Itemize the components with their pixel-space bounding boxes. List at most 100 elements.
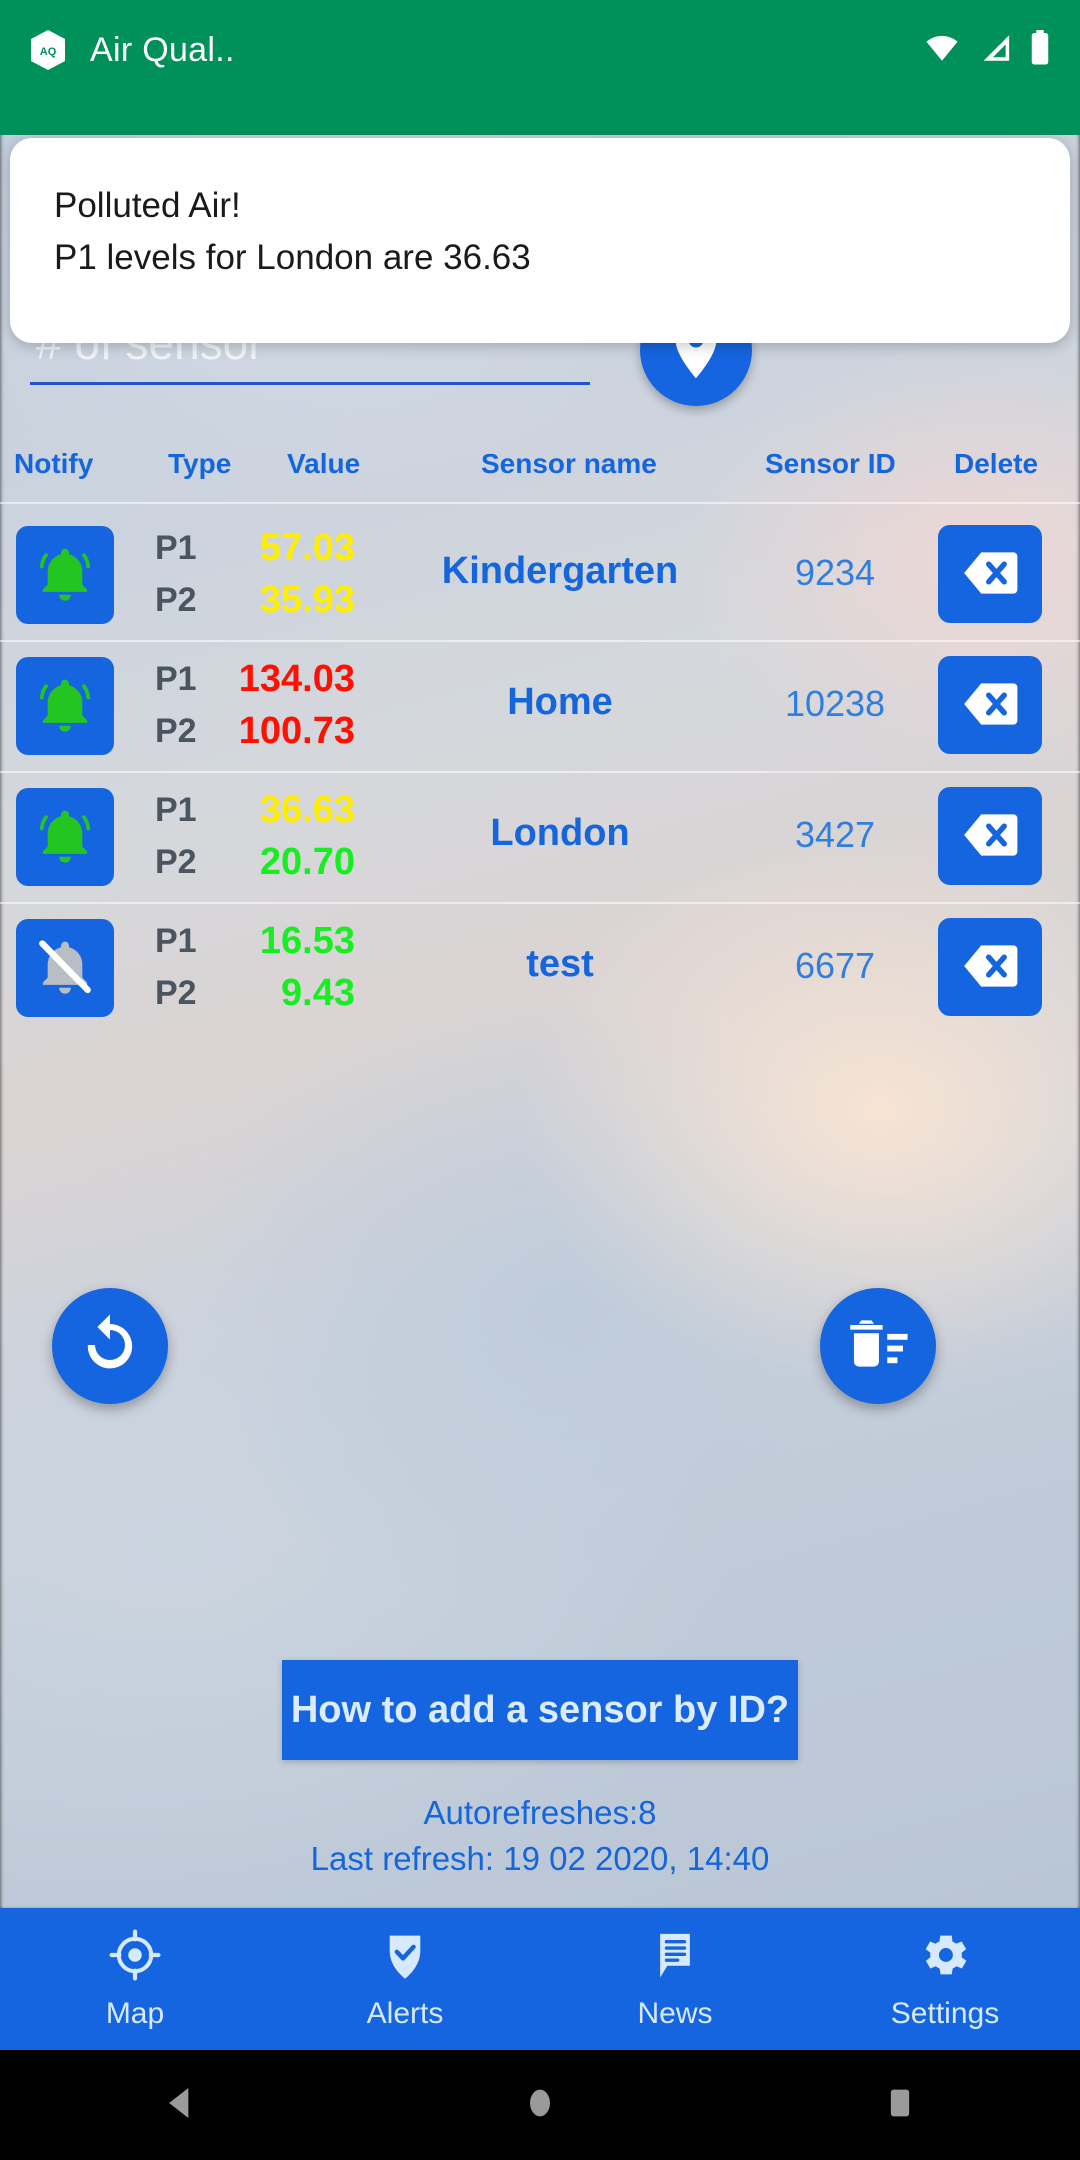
refresh-icon xyxy=(74,1309,146,1384)
back-triangle-icon xyxy=(160,2081,200,2130)
notify-toggle-button[interactable] xyxy=(16,788,114,886)
p2-label: P2 xyxy=(155,843,197,881)
wifi-icon xyxy=(922,31,962,70)
p2-value: 100.73 xyxy=(238,710,355,752)
system-navigation-bar xyxy=(0,2050,1080,2160)
cellular-signal-icon xyxy=(976,31,1014,70)
table-row[interactable]: P1 P2 134.03 100.73 Home 10238 xyxy=(0,641,1080,771)
backspace-delete-icon xyxy=(959,542,1021,607)
p2-label: P2 xyxy=(155,974,197,1012)
value-column: 36.63 20.70 xyxy=(225,784,355,888)
nav-item-alerts[interactable]: Alerts xyxy=(270,1908,540,2050)
nav-label-alerts: Alerts xyxy=(366,1996,444,2030)
home-circle-icon xyxy=(520,2081,560,2130)
value-column: 16.53 9.43 xyxy=(225,915,355,1019)
notification-title: Polluted Air! xyxy=(54,186,241,225)
type-labels: P1 P2 xyxy=(155,784,225,888)
system-back-button[interactable] xyxy=(90,2050,270,2160)
system-recents-button[interactable] xyxy=(810,2050,990,2160)
table-row[interactable]: P1 P2 16.53 9.43 test 6677 xyxy=(0,903,1080,1033)
notification-body: P1 levels for London are 36.63 xyxy=(54,238,531,277)
p2-value: 20.70 xyxy=(259,841,355,883)
notification-card[interactable]: Polluted Air! P1 levels for London are 3… xyxy=(10,138,1070,343)
gear-icon xyxy=(918,1928,972,1987)
bell-active-icon xyxy=(33,804,97,871)
nav-label-news: News xyxy=(637,1996,713,2030)
delete-sweep-icon xyxy=(841,1308,915,1385)
table-row[interactable]: P1 P2 57.03 35.93 Kindergarten 9234 xyxy=(0,510,1080,640)
article-bubble-icon xyxy=(648,1928,702,1987)
table-header-divider xyxy=(0,502,1080,504)
table-header-row: Notify Type Value Sensor name Sensor ID … xyxy=(0,448,1080,498)
sensor-id: 9234 xyxy=(794,552,876,593)
p2-label: P2 xyxy=(155,712,197,750)
bell-active-icon xyxy=(33,673,97,740)
svg-text:AQ: AQ xyxy=(40,46,57,58)
refresh-info: Autorefreshes:8 Last refresh: 19 02 2020… xyxy=(0,1790,1080,1882)
notify-toggle-button[interactable] xyxy=(16,919,114,1017)
delete-sensor-button[interactable] xyxy=(938,525,1042,623)
shield-check-icon xyxy=(378,1928,432,1987)
app-title: Air Qual.. xyxy=(90,30,235,69)
app-icon: AQ xyxy=(28,28,68,72)
system-home-button[interactable] xyxy=(450,2050,630,2160)
delete-sensor-button[interactable] xyxy=(938,656,1042,754)
header-value: Value xyxy=(287,448,361,479)
p1-label: P1 xyxy=(155,791,197,829)
p2-label: P2 xyxy=(155,581,197,619)
delete-sensor-button[interactable] xyxy=(938,918,1042,1016)
header-sensor-id: Sensor ID xyxy=(765,448,896,479)
p2-value: 9.43 xyxy=(281,972,355,1014)
status-bar: AQ Air Qual.. xyxy=(0,0,1080,100)
sensor-id: 6677 xyxy=(794,945,876,986)
value-column: 134.03 100.73 xyxy=(225,653,355,757)
p1-value: 57.03 xyxy=(259,527,355,569)
header-notify: Notify xyxy=(14,448,94,479)
refresh-button[interactable] xyxy=(52,1288,168,1404)
p2-value: 35.93 xyxy=(259,579,355,621)
battery-icon xyxy=(1028,29,1052,71)
nav-item-settings[interactable]: Settings xyxy=(810,1908,1080,2050)
p1-value: 36.63 xyxy=(259,789,355,831)
sensor-id: 10238 xyxy=(784,683,886,724)
p1-label: P1 xyxy=(155,529,197,567)
type-labels: P1 P2 xyxy=(155,915,225,1019)
header-delete: Delete xyxy=(954,448,1039,479)
p1-value: 134.03 xyxy=(238,658,355,700)
sensor-name[interactable]: test xyxy=(400,943,720,986)
autorefresh-count: Autorefreshes:8 xyxy=(423,1794,657,1831)
sensor-name[interactable]: London xyxy=(400,812,720,855)
sensor-id: 3427 xyxy=(794,814,876,855)
p1-value: 16.53 xyxy=(259,920,355,962)
last-refresh-time: Last refresh: 19 02 2020, 14:40 xyxy=(310,1840,770,1877)
phone-screen: AQ Air Qual.. xyxy=(0,0,1080,2160)
notify-toggle-button[interactable] xyxy=(16,526,114,624)
value-column: 57.03 35.93 xyxy=(225,522,355,626)
notify-toggle-button[interactable] xyxy=(16,657,114,755)
type-labels: P1 P2 xyxy=(155,653,225,757)
nav-item-news[interactable]: News xyxy=(540,1908,810,2050)
type-labels: P1 P2 xyxy=(155,522,225,626)
backspace-delete-icon xyxy=(959,673,1021,738)
p1-label: P1 xyxy=(155,922,197,960)
nav-item-map[interactable]: Map xyxy=(0,1908,270,2050)
backspace-delete-icon xyxy=(959,804,1021,869)
table-row[interactable]: P1 P2 36.63 20.70 London 3427 xyxy=(0,772,1080,902)
p1-label: P1 xyxy=(155,660,197,698)
recents-square-icon xyxy=(880,2081,920,2130)
bottom-navigation: Map Alerts News Settings xyxy=(0,1908,1080,2050)
how-to-add-sensor-button[interactable]: How to add a sensor by ID? xyxy=(282,1660,798,1760)
gps-target-icon xyxy=(108,1928,162,1987)
bell-active-icon xyxy=(33,542,97,609)
status-icons xyxy=(922,29,1052,71)
sensor-name[interactable]: Home xyxy=(400,681,720,724)
nav-label-settings: Settings xyxy=(890,1996,1000,2030)
delete-sensor-button[interactable] xyxy=(938,787,1042,885)
clear-all-button[interactable] xyxy=(820,1288,936,1404)
header-sensor-name: Sensor name xyxy=(481,448,657,479)
backspace-delete-icon xyxy=(959,935,1021,1000)
bell-muted-icon xyxy=(33,935,97,1002)
header-type: Type xyxy=(168,448,232,479)
nav-label-map: Map xyxy=(105,1996,165,2030)
sensor-name[interactable]: Kindergarten xyxy=(400,550,720,593)
